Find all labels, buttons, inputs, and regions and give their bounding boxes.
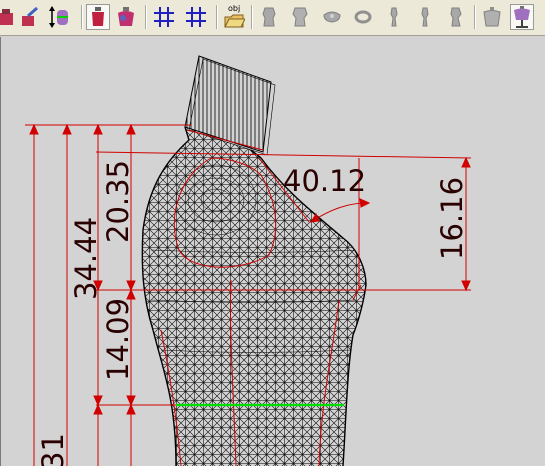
mannequin-red-icon[interactable] bbox=[86, 4, 110, 30]
torso-icon[interactable] bbox=[480, 4, 504, 30]
toolbar-separator bbox=[145, 5, 147, 29]
bust-depth-label: 16.16 bbox=[435, 177, 469, 260]
garment-front-icon[interactable] bbox=[0, 4, 18, 30]
paint-garment-icon[interactable] bbox=[18, 4, 42, 30]
body-side-right-icon[interactable] bbox=[413, 4, 437, 30]
total-length-label: 31 bbox=[36, 433, 70, 466]
body-front-icon[interactable] bbox=[257, 4, 281, 30]
height-adjust-icon[interactable] bbox=[46, 4, 70, 30]
toolbar-separator bbox=[251, 5, 253, 29]
mannequin-measure-window: obj 40.12 16.16 20.35 34.44 14.09 31 bbox=[0, 0, 545, 466]
toolbar-separator bbox=[81, 5, 83, 29]
body-side-left-icon[interactable] bbox=[382, 4, 406, 30]
toolbar-separator bbox=[474, 5, 476, 29]
body-bottom-icon[interactable] bbox=[351, 4, 375, 30]
body-top-icon[interactable] bbox=[320, 4, 344, 30]
grid-icon[interactable] bbox=[152, 4, 176, 30]
torso-stand-icon[interactable] bbox=[510, 4, 534, 30]
mannequin-viewport[interactable]: 40.12 16.16 20.35 34.44 14.09 31 bbox=[0, 37, 545, 466]
open-obj-icon[interactable]: obj bbox=[222, 4, 246, 30]
neck-to-waist-label: 34.44 bbox=[69, 217, 103, 300]
angle-label: 40.12 bbox=[283, 164, 366, 198]
mannequin-color-icon[interactable] bbox=[114, 4, 138, 30]
toolbar: obj bbox=[0, 0, 545, 36]
body-back-icon[interactable] bbox=[288, 4, 312, 30]
toolbar-separator bbox=[216, 5, 218, 29]
obj-label: obj bbox=[228, 4, 241, 13]
grid-measure-icon[interactable] bbox=[184, 4, 208, 30]
mannequin-measure-view[interactable]: 40.12 16.16 20.35 34.44 14.09 31 bbox=[1, 37, 545, 466]
neck-to-bust-label: 20.35 bbox=[101, 160, 135, 243]
body-three-quarter-icon[interactable] bbox=[444, 4, 468, 30]
bust-to-waist-label: 14.09 bbox=[101, 298, 135, 381]
